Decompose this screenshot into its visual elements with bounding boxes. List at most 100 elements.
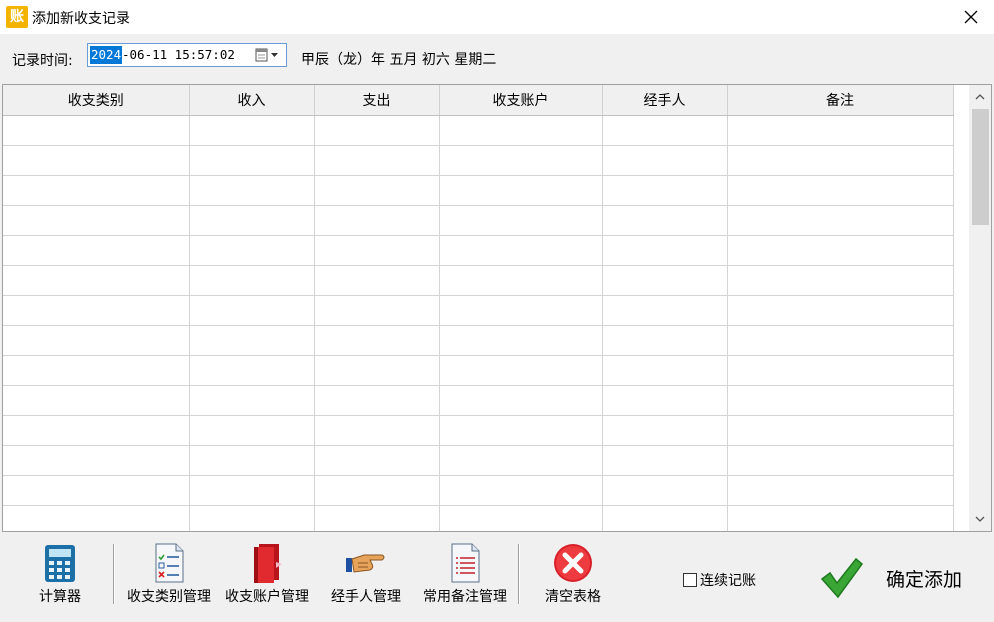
table-cell[interactable]	[314, 385, 440, 416]
scroll-up-button[interactable]	[969, 87, 991, 107]
table-cell[interactable]	[439, 355, 603, 386]
column-header-income[interactable]: 收入	[189, 85, 315, 116]
category-management-button[interactable]: 收支类别管理	[122, 542, 216, 612]
table-row[interactable]	[3, 115, 954, 146]
table-cell[interactable]	[439, 235, 603, 266]
table-cell[interactable]	[3, 175, 190, 206]
clear-table-button[interactable]: 清空表格	[538, 542, 608, 612]
table-cell[interactable]	[314, 325, 440, 356]
table-cell[interactable]	[3, 445, 190, 476]
calendar-dropdown-button[interactable]	[254, 47, 282, 63]
table-cell[interactable]	[189, 175, 315, 206]
table-row[interactable]	[3, 295, 954, 326]
table-cell[interactable]	[439, 415, 603, 446]
table-cell[interactable]	[439, 445, 603, 476]
table-cell[interactable]	[727, 355, 954, 386]
table-cell[interactable]	[602, 505, 728, 531]
column-header-handler[interactable]: 经手人	[602, 85, 728, 116]
table-cell[interactable]	[314, 445, 440, 476]
table-cell[interactable]	[189, 325, 315, 356]
table-cell[interactable]	[439, 295, 603, 326]
table-cell[interactable]	[3, 325, 190, 356]
table-cell[interactable]	[189, 505, 315, 531]
table-cell[interactable]	[727, 505, 954, 531]
table-cell[interactable]	[189, 115, 315, 146]
table-cell[interactable]	[314, 415, 440, 446]
datetime-rest[interactable]: -06-11 15:57:02	[122, 46, 235, 64]
table-cell[interactable]	[3, 475, 190, 506]
table-cell[interactable]	[3, 265, 190, 296]
account-management-button[interactable]: 收支账户管理	[220, 542, 314, 612]
table-cell[interactable]	[727, 145, 954, 176]
table-cell[interactable]	[602, 235, 728, 266]
table-cell[interactable]	[189, 445, 315, 476]
table-cell[interactable]	[189, 265, 315, 296]
table-cell[interactable]	[727, 175, 954, 206]
table-cell[interactable]	[314, 505, 440, 531]
table-cell[interactable]	[439, 325, 603, 356]
table-cell[interactable]	[189, 205, 315, 236]
table-cell[interactable]	[602, 355, 728, 386]
table-cell[interactable]	[3, 205, 190, 236]
table-cell[interactable]	[602, 205, 728, 236]
table-cell[interactable]	[3, 505, 190, 531]
table-cell[interactable]	[602, 325, 728, 356]
confirm-add-button[interactable]: 确定添加	[818, 550, 962, 606]
table-cell[interactable]	[314, 265, 440, 296]
table-cell[interactable]	[727, 235, 954, 266]
table-cell[interactable]	[3, 115, 190, 146]
table-row[interactable]	[3, 475, 954, 506]
table-cell[interactable]	[602, 415, 728, 446]
table-cell[interactable]	[602, 445, 728, 476]
table-cell[interactable]	[189, 235, 315, 266]
column-header-category[interactable]: 收支类别	[3, 85, 190, 116]
table-cell[interactable]	[602, 475, 728, 506]
scroll-thumb[interactable]	[972, 109, 989, 225]
table-cell[interactable]	[439, 175, 603, 206]
table-row[interactable]	[3, 205, 954, 236]
handler-management-button[interactable]: 经手人管理	[326, 542, 406, 612]
scroll-down-button[interactable]	[969, 509, 991, 529]
column-header-note[interactable]: 备注	[727, 85, 954, 116]
table-row[interactable]	[3, 265, 954, 296]
checkbox-box[interactable]	[683, 573, 697, 587]
table-row[interactable]	[3, 325, 954, 356]
table-cell[interactable]	[602, 265, 728, 296]
table-cell[interactable]	[602, 175, 728, 206]
table-row[interactable]	[3, 175, 954, 206]
table-cell[interactable]	[189, 355, 315, 386]
table-row[interactable]	[3, 445, 954, 476]
table-cell[interactable]	[314, 235, 440, 266]
table-cell[interactable]	[439, 145, 603, 176]
table-cell[interactable]	[314, 175, 440, 206]
table-cell[interactable]	[602, 115, 728, 146]
table-cell[interactable]	[3, 385, 190, 416]
column-header-account[interactable]: 收支账户	[439, 85, 603, 116]
table-cell[interactable]	[189, 415, 315, 446]
table-cell[interactable]	[314, 115, 440, 146]
table-row[interactable]	[3, 385, 954, 416]
records-grid[interactable]: 收支类别 收入 支出 收支账户 经手人 备注	[2, 84, 992, 532]
table-cell[interactable]	[727, 385, 954, 416]
table-cell[interactable]	[314, 205, 440, 236]
table-cell[interactable]	[439, 115, 603, 146]
table-row[interactable]	[3, 415, 954, 446]
table-row[interactable]	[3, 355, 954, 386]
table-cell[interactable]	[314, 355, 440, 386]
table-cell[interactable]	[727, 205, 954, 236]
datetime-year-selected[interactable]: 2024	[90, 46, 123, 64]
table-row[interactable]	[3, 145, 954, 176]
table-cell[interactable]	[189, 385, 315, 416]
table-row[interactable]	[3, 505, 954, 531]
table-cell[interactable]	[727, 445, 954, 476]
datetime-picker[interactable]: 2024 -06-11 15:57:02	[87, 43, 287, 67]
table-cell[interactable]	[3, 295, 190, 326]
table-cell[interactable]	[727, 295, 954, 326]
table-cell[interactable]	[727, 415, 954, 446]
table-cell[interactable]	[189, 475, 315, 506]
vertical-scrollbar[interactable]	[969, 85, 991, 531]
table-cell[interactable]	[189, 295, 315, 326]
table-cell[interactable]	[314, 295, 440, 326]
table-cell[interactable]	[602, 295, 728, 326]
table-cell[interactable]	[602, 385, 728, 416]
